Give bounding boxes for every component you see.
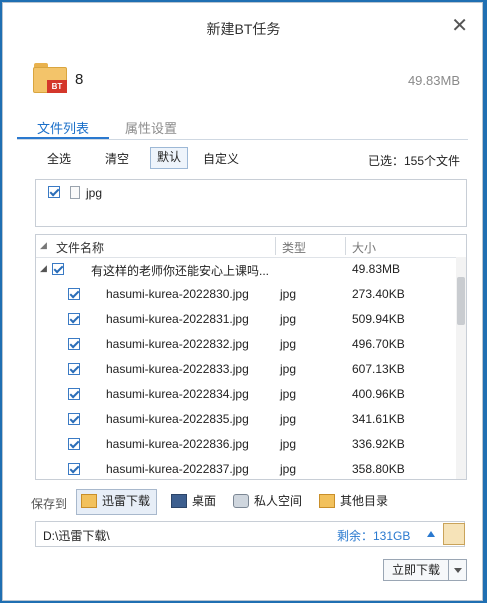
custom-button[interactable]: 自定义	[197, 149, 245, 169]
filter-jpg-checkbox[interactable]	[48, 186, 60, 198]
file-name: hasumi-kurea-2022834.jpg	[106, 387, 249, 401]
file-name: hasumi-kurea-2022835.jpg	[106, 412, 249, 426]
file-tree: ◢ 文件名称 类型 大小 ◢ 有这样的老师你还能安心上课吗... 49.83MB…	[35, 234, 467, 480]
file-type: jpg	[280, 287, 297, 301]
filter-jpg-label: jpg	[86, 186, 103, 200]
root-folder-size: 49.83MB	[352, 262, 401, 276]
column-size[interactable]: 大小	[352, 239, 376, 256]
file-checkbox[interactable]	[68, 363, 80, 375]
task-name: 8	[75, 71, 84, 88]
file-type: jpg	[280, 387, 297, 401]
default-button[interactable]: 默认	[150, 147, 189, 169]
file-size: 400.96KB	[352, 387, 405, 401]
save-target-label: 其他目录	[340, 494, 389, 508]
private-space-icon	[233, 493, 249, 508]
file-row[interactable]: hasumi-kurea-2022833.jpg jpg 607.13KB	[36, 357, 456, 382]
file-checkbox[interactable]	[68, 338, 80, 350]
dialog-title: 新建BT任务	[206, 21, 281, 37]
file-type: jpg	[280, 337, 297, 351]
file-type: jpg	[280, 312, 297, 326]
root-checkbox[interactable]	[52, 263, 64, 275]
collapse-all-icon[interactable]: ◢	[40, 240, 47, 251]
file-size: 336.92KB	[352, 437, 405, 451]
save-target-other[interactable]: 其他目录	[315, 489, 394, 513]
file-name: hasumi-kurea-2022837.jpg	[106, 462, 249, 476]
file-name: hasumi-kurea-2022832.jpg	[106, 337, 249, 351]
file-row[interactable]: hasumi-kurea-2022831.jpg jpg 509.94KB	[36, 307, 456, 332]
save-target-label: 私人空间	[254, 494, 303, 508]
path-history-dropdown-icon[interactable]	[427, 531, 435, 537]
file-checkbox[interactable]	[68, 413, 80, 425]
file-type-filter-box: jpg	[35, 179, 467, 227]
file-row[interactable]: hasumi-kurea-2022835.jpg jpg 341.61KB	[36, 407, 456, 432]
save-target-desktop[interactable]: 桌面	[167, 489, 222, 513]
folder-icon	[319, 493, 335, 508]
file-size: 358.80KB	[352, 462, 405, 476]
file-name: hasumi-kurea-2022833.jpg	[106, 362, 249, 376]
save-target-label: 桌面	[192, 494, 217, 508]
file-size: 496.70KB	[352, 337, 405, 351]
task-size: 49.83MB	[407, 73, 460, 88]
save-target-private[interactable]: 私人空间	[229, 489, 308, 513]
file-checkbox[interactable]	[68, 438, 80, 450]
column-type[interactable]: 类型	[282, 239, 306, 256]
download-now-button[interactable]: 立即下载	[383, 559, 449, 581]
expand-icon[interactable]: ◢	[40, 263, 47, 274]
tree-header: ◢ 文件名称 类型 大小	[36, 235, 466, 258]
file-type: jpg	[280, 412, 297, 426]
file-type: jpg	[280, 362, 297, 376]
file-size: 607.13KB	[352, 362, 405, 376]
file-size: 341.61KB	[352, 412, 405, 426]
file-size: 273.40KB	[352, 287, 405, 301]
select-all-button[interactable]: 全选	[41, 149, 77, 169]
file-size: 509.94KB	[352, 312, 405, 326]
file-name: hasumi-kurea-2022830.jpg	[106, 287, 249, 301]
save-path-value[interactable]: D:\迅雷下载\	[43, 527, 110, 544]
file-icon	[70, 186, 80, 199]
desktop-icon	[171, 493, 187, 508]
download-options-dropdown[interactable]	[449, 559, 467, 581]
selected-count: 已选：155个文件	[367, 154, 460, 168]
file-row[interactable]: hasumi-kurea-2022834.jpg jpg 400.96KB	[36, 382, 456, 407]
scrollbar-thumb[interactable]	[457, 277, 465, 325]
new-bt-task-dialog: 新建BT任务 ✕ BT 8 49.83MB 文件列表 属性设置 全选 清空 默认…	[2, 2, 483, 601]
file-row[interactable]: hasumi-kurea-2022832.jpg jpg 496.70KB	[36, 332, 456, 357]
save-target-label: 迅雷下载	[102, 494, 151, 508]
tab-file-list[interactable]: 文件列表	[19, 118, 107, 137]
save-to-label: 保存到	[31, 497, 68, 511]
file-checkbox[interactable]	[68, 388, 80, 400]
file-checkbox[interactable]	[68, 313, 80, 325]
close-icon[interactable]: ✕	[451, 13, 468, 38]
file-row[interactable]: hasumi-kurea-2022836.jpg jpg 336.92KB	[36, 432, 456, 457]
file-name: hasumi-kurea-2022831.jpg	[106, 312, 249, 326]
file-name: hasumi-kurea-2022836.jpg	[106, 437, 249, 451]
thunder-folder-icon	[81, 493, 97, 508]
file-type: jpg	[280, 462, 297, 476]
file-row[interactable]: hasumi-kurea-2022830.jpg jpg 273.40KB	[36, 282, 456, 307]
bt-badge: BT	[47, 80, 67, 93]
free-space: 剩余：131GB	[337, 529, 411, 543]
browse-folder-button[interactable]	[443, 523, 465, 545]
root-folder-name: 有这样的老师你还能安心上课吗...	[91, 264, 270, 278]
bt-folder-icon: BT	[33, 61, 67, 93]
file-checkbox[interactable]	[68, 463, 80, 475]
scrollbar[interactable]	[456, 257, 466, 479]
tab-properties[interactable]: 属性设置	[125, 118, 177, 137]
column-name[interactable]: 文件名称	[56, 239, 104, 256]
save-target-thunder[interactable]: 迅雷下载	[76, 489, 158, 515]
file-row[interactable]: hasumi-kurea-2022837.jpg jpg 358.80KB	[36, 457, 456, 479]
clear-button[interactable]: 清空	[99, 149, 135, 169]
file-checkbox[interactable]	[68, 288, 80, 300]
file-type: jpg	[280, 437, 297, 451]
tree-root-row[interactable]: ◢ 有这样的老师你还能安心上课吗... 49.83MB	[36, 257, 456, 282]
active-tab-indicator	[17, 137, 109, 139]
